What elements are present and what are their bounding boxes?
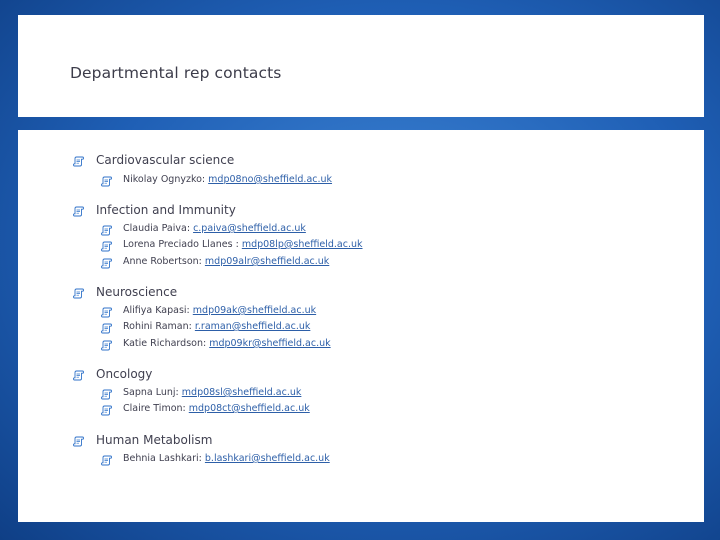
contact-text: Alifiya Kapasi: mdp09ak@sheffield.ac.uk [123,305,316,316]
scroll-bullet-icon [101,258,112,269]
contact-name: Behnia Lashkari: [123,453,205,464]
contact-email-link[interactable]: mdp08ct@sheffield.ac.uk [189,403,310,414]
contact-name: Alifiya Kapasi: [123,305,193,316]
scroll-bullet-icon [73,156,84,167]
scroll-bullet-icon [101,307,112,318]
contact-email-link[interactable]: mdp09ak@sheffield.ac.uk [193,305,316,316]
contact-email-link[interactable]: c.paiva@sheffield.ac.uk [193,223,306,234]
contact-name: Claudia Paiva: [123,223,194,234]
scroll-bullet-icon [73,206,84,217]
contact-email-link[interactable]: mdp08lp@sheffield.ac.uk [242,239,363,250]
contact-name: Sapna Lunj: [123,387,182,398]
contact-email-link[interactable]: mdp09alr@sheffield.ac.uk [205,256,329,267]
scroll-bullet-icon [101,455,112,466]
scroll-bullet-icon [73,370,84,381]
contact-text: Katie Richardson: mdp09kr@sheffield.ac.u… [123,338,331,349]
contact-name: Rohini Raman: [123,321,195,332]
contact-name: Katie Richardson: [123,338,210,349]
title-panel: Departmental rep contacts [18,15,704,117]
contact-text: Rohini Raman: r.raman@sheffield.ac.uk [123,321,310,332]
contact-name: Claire Timon: [123,403,189,414]
contact-email-link[interactable]: b.lashkari@sheffield.ac.uk [205,453,330,464]
contact-text: Anne Robertson: mdp09alr@sheffield.ac.uk [123,256,329,267]
contact-text: Behnia Lashkari: b.lashkari@sheffield.ac… [123,453,330,464]
contact-name: Anne Robertson: [123,256,205,267]
slide-title: Departmental rep contacts [70,64,282,82]
contact-email-link[interactable]: r.raman@sheffield.ac.uk [195,321,311,332]
contact-name: Lorena Preciado Llanes : [123,239,242,250]
scroll-bullet-icon [101,389,112,400]
contact-text: Nikolay Ognyzko: mdp08no@sheffield.ac.uk [123,174,332,185]
contact-name: Nikolay Ognyzko: [123,174,209,185]
contact-email-link[interactable]: mdp08sl@sheffield.ac.uk [182,387,302,398]
scroll-bullet-icon [101,241,112,252]
contact-email-link[interactable]: mdp08no@sheffield.ac.uk [208,174,332,185]
contact-text: Claudia Paiva: c.paiva@sheffield.ac.uk [123,223,306,234]
content-panel: Cardiovascular science Nikolay Ognyzko: … [18,130,704,522]
scroll-bullet-icon [101,225,112,236]
scroll-bullet-icon [73,436,84,447]
scroll-bullet-icon [101,405,112,416]
scroll-bullet-icon [73,288,84,299]
scroll-bullet-icon [101,323,112,334]
contact-text: Sapna Lunj: mdp08sl@sheffield.ac.uk [123,387,301,398]
contact-email-link[interactable]: mdp09kr@sheffield.ac.uk [209,338,330,349]
contact-text: Claire Timon: mdp08ct@sheffield.ac.uk [123,403,310,414]
scroll-bullet-icon [101,176,112,187]
scroll-bullet-icon [101,340,112,351]
contact-text: Lorena Preciado Llanes : mdp08lp@sheffie… [123,239,363,250]
